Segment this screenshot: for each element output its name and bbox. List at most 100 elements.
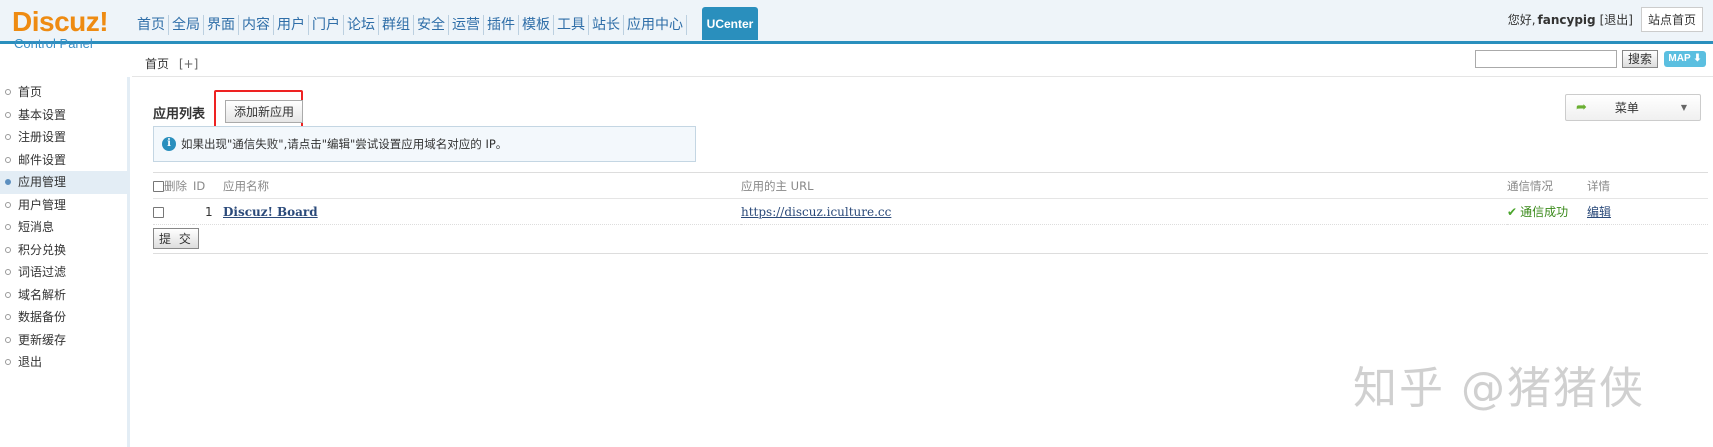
bullet-icon	[5, 269, 11, 275]
caret-down-icon: ▼	[1680, 103, 1688, 112]
sidebar-item-label: 更新缓存	[18, 332, 67, 347]
bullet-icon	[5, 89, 11, 95]
nav-users[interactable]: 用户	[274, 15, 309, 35]
sidebar-item-label: 积分兑换	[18, 242, 67, 257]
col-delete-label: 删除	[164, 178, 187, 193]
col-status: 通信情况	[1507, 172, 1587, 199]
logout-link[interactable]: [退出]	[1600, 11, 1633, 28]
nav-ucenter-tab[interactable]: UCenter	[702, 7, 758, 40]
breadcrumb-home[interactable]: 首页	[145, 57, 169, 71]
sidebar-item-label: 基本设置	[18, 107, 67, 122]
sidebar-item-label: 短消息	[18, 220, 55, 234]
divider	[153, 253, 1708, 254]
row-select-cell	[153, 198, 193, 225]
status-text: 通信成功	[1520, 205, 1569, 219]
bullet-icon	[5, 134, 11, 140]
share-arrow-icon: ➦	[1576, 100, 1587, 115]
bullet-icon	[5, 336, 11, 343]
select-all-checkbox[interactable]	[153, 180, 164, 192]
top-header: Discuz! Control Panel 首页 全局 界面 内容 用户 门户 …	[0, 0, 1713, 51]
info-tip: i 如果出现"通信失败",请点击"编辑"尝试设置应用域名对应的 IP。	[153, 126, 696, 162]
user-area: 您好, fancypig [退出] 站点首页	[1508, 7, 1703, 32]
nav-security[interactable]: 安全	[414, 15, 449, 35]
info-icon: i	[162, 137, 176, 151]
sidebar-item-label: 用户管理	[18, 197, 67, 212]
submit-button[interactable]: 提 交	[153, 228, 199, 249]
bullet-icon	[5, 111, 11, 118]
row-detail-cell: 编辑	[1587, 198, 1708, 225]
nav-global[interactable]: 全局	[169, 15, 204, 35]
nav-tools[interactable]: 工具	[554, 15, 589, 35]
row-checkbox[interactable]	[153, 206, 164, 218]
bullet-icon	[5, 201, 11, 208]
sidebar: 首页 基本设置 注册设置 邮件设置 应用管理 用户管理 短消息 积分兑换 词语过…	[0, 77, 130, 447]
sidebar-item-user-management[interactable]: 用户管理	[0, 194, 127, 217]
nav-home[interactable]: 首页	[134, 15, 169, 35]
top-nav: 首页 全局 界面 内容 用户 门户 论坛 群组 安全 运营 插件 模板 工具 站…	[134, 7, 758, 40]
sidebar-item-basic-settings[interactable]: 基本设置	[0, 104, 127, 127]
map-button[interactable]: MAP ⬇	[1664, 51, 1706, 67]
search-button[interactable]: 搜索	[1622, 50, 1659, 68]
nav-templates[interactable]: 模板	[519, 15, 554, 35]
table-header-row: 删除 ID 应用名称 应用的主 URL 通信情况 详情	[153, 172, 1708, 199]
sidebar-item-mail-settings[interactable]: 邮件设置	[0, 149, 127, 172]
breadcrumb: 首页 [+]	[145, 55, 198, 72]
app-url-link[interactable]: https://discuz.iculture.cc	[741, 205, 891, 219]
nav-plugins[interactable]: 插件	[484, 15, 519, 35]
sidebar-item-app-management[interactable]: 应用管理	[0, 171, 127, 194]
bullet-icon	[5, 359, 11, 365]
logo-title: Discuz!	[12, 6, 109, 37]
sidebar-item-credit-exchange[interactable]: 积分兑换	[0, 239, 127, 262]
sidebar-item-label: 数据备份	[18, 310, 67, 324]
sidebar-item-register-settings[interactable]: 注册设置	[0, 126, 127, 149]
logo-subtitle: Control Panel	[14, 36, 93, 51]
col-id: ID	[193, 172, 223, 199]
nav-operations[interactable]: 运营	[449, 15, 484, 35]
nav-content[interactable]: 内容	[239, 15, 274, 35]
page-title: 应用列表	[153, 107, 206, 122]
sidebar-item-word-filter[interactable]: 词语过滤	[0, 261, 127, 284]
tip-text: 如果出现"通信失败",请点击"编辑"尝试设置应用域名对应的 IP。	[181, 137, 508, 151]
row-app-url-cell: https://discuz.iculture.cc	[741, 198, 1507, 225]
edit-link[interactable]: 编辑	[1587, 205, 1611, 219]
row-id: 1	[193, 198, 223, 225]
nav-groups[interactable]: 群组	[379, 15, 414, 35]
nav-interface[interactable]: 界面	[204, 15, 239, 35]
nav-webmaster[interactable]: 站长	[589, 15, 624, 35]
nav-forum[interactable]: 论坛	[344, 15, 379, 35]
nav-portal[interactable]: 门户	[309, 15, 344, 35]
col-detail: 详情	[1587, 172, 1708, 199]
check-icon: ✔	[1507, 205, 1518, 219]
bullet-icon	[5, 156, 11, 163]
sidebar-item-home[interactable]: 首页	[0, 81, 127, 104]
watermark-text: 知乎 @猪猪侠	[1353, 363, 1645, 414]
add-app-button[interactable]: 添加新应用	[225, 100, 304, 123]
bullet-icon	[5, 314, 11, 320]
search-input[interactable]	[1475, 50, 1617, 68]
sidebar-item-data-backup[interactable]: 数据备份	[0, 306, 127, 329]
site-home-button[interactable]: 站点首页	[1640, 7, 1703, 32]
sidebar-item-label: 退出	[18, 355, 43, 369]
apps-table: 删除 ID 应用名称 应用的主 URL 通信情况 详情 1 Discuz! Bo…	[153, 172, 1708, 225]
username: fancypig	[1537, 12, 1596, 27]
bullet-icon	[5, 246, 11, 253]
sidebar-item-label: 域名解析	[18, 287, 67, 302]
bullet-icon	[5, 179, 11, 185]
col-app-name: 应用名称	[223, 172, 741, 199]
app-name-link[interactable]: Discuz! Board	[223, 205, 318, 219]
sub-bar: 首页 [+] 搜索 MAP ⬇	[132, 47, 1713, 77]
sidebar-item-update-cache[interactable]: 更新缓存	[0, 329, 127, 352]
sidebar-item-short-messages[interactable]: 短消息	[0, 216, 127, 239]
sidebar-item-label: 应用管理	[18, 175, 67, 189]
sidebar-item-label: 词语过滤	[18, 265, 67, 279]
add-shortcut-link[interactable]: [+]	[179, 57, 198, 71]
sidebar-item-label: 邮件设置	[18, 152, 67, 167]
menu-dropdown[interactable]: ➦ 菜单 ▼	[1565, 94, 1701, 121]
discuz-logo[interactable]: Discuz! Control Panel	[12, 8, 130, 52]
sidebar-item-label: 首页	[18, 85, 43, 99]
nav-app-center[interactable]: 应用中心	[624, 15, 687, 35]
sidebar-item-domain-resolve[interactable]: 域名解析	[0, 284, 127, 307]
sidebar-item-logout[interactable]: 退出	[0, 351, 127, 374]
greeting-text: 您好,	[1507, 13, 1536, 27]
sidebar-item-label: 注册设置	[18, 130, 67, 144]
